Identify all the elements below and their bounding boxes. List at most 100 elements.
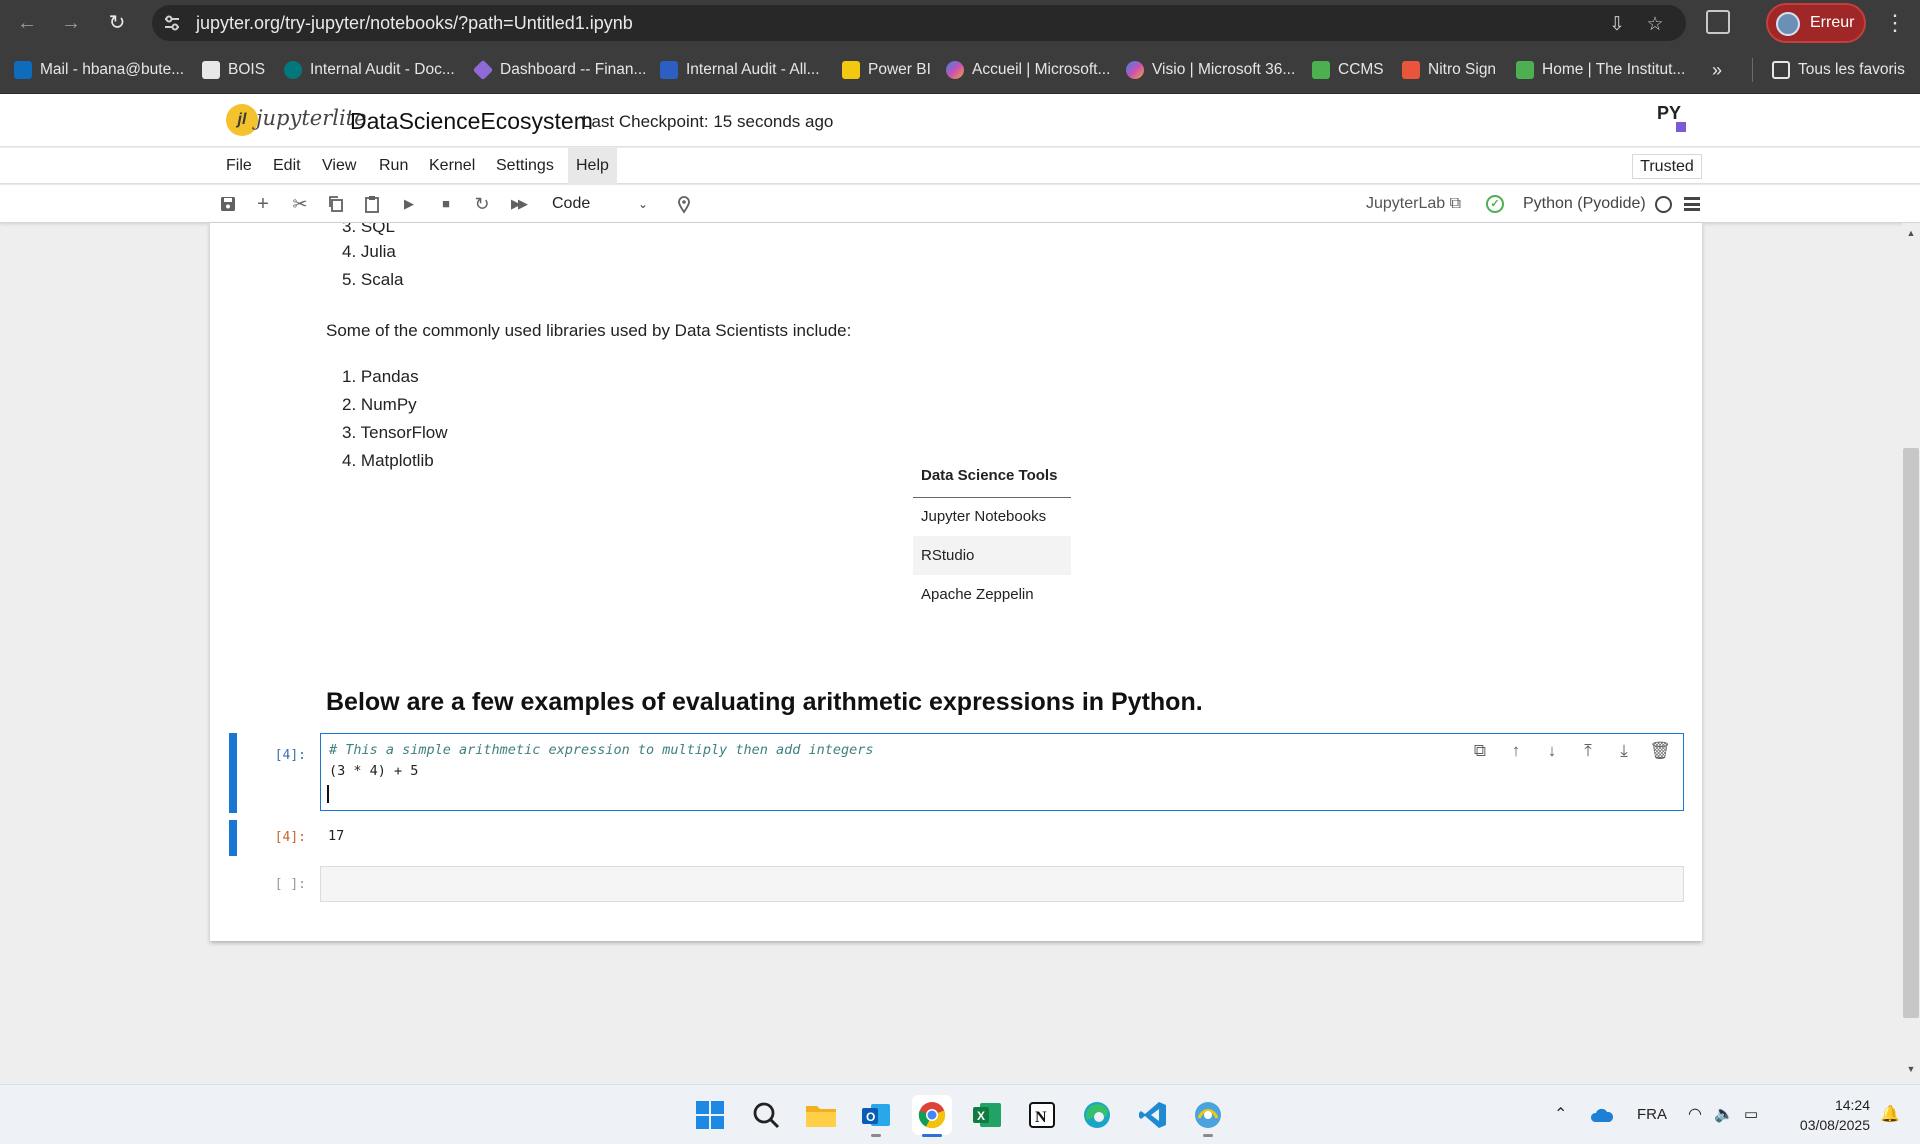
cell-toolbar: ⧉ ↑ ↓ ⤒ ⤓ 🗑 bbox=[1469, 740, 1671, 764]
bookmark-accueil-microsoft[interactable]: Accueil | Microsoft... bbox=[946, 58, 1110, 82]
notebook-title[interactable]: DataScienceEcosystem bbox=[350, 108, 593, 135]
language-indicator[interactable]: FRA bbox=[1637, 1085, 1667, 1144]
move-down-icon[interactable]: ↓ bbox=[1541, 740, 1563, 762]
delete-cell-icon[interactable]: 🗑 bbox=[1649, 740, 1671, 762]
empty-code-cell[interactable] bbox=[320, 866, 1684, 902]
vscode-icon[interactable] bbox=[1133, 1095, 1173, 1135]
paste-icon[interactable] bbox=[362, 194, 382, 214]
bookmark-home-institute[interactable]: Home | The Institut... bbox=[1516, 58, 1685, 82]
table-row: Jupyter Notebooks bbox=[913, 497, 1071, 536]
menu-view[interactable]: View bbox=[314, 148, 364, 184]
ccms-icon bbox=[1312, 61, 1330, 79]
bookmark-mail[interactable]: Mail - hbana@bute... bbox=[14, 58, 184, 82]
output-prompt: [4]: bbox=[274, 830, 306, 845]
site-settings-icon[interactable] bbox=[162, 13, 182, 33]
chrome-icon[interactable] bbox=[912, 1095, 952, 1137]
text-cursor bbox=[327, 785, 329, 803]
profile-button[interactable]: Erreur bbox=[1766, 3, 1866, 43]
insert-above-icon[interactable]: ⤒ bbox=[1577, 740, 1599, 762]
bookmark-ccms[interactable]: CCMS bbox=[1312, 58, 1384, 82]
more-bookmarks-icon[interactable]: » bbox=[1712, 58, 1722, 82]
restart-run-all-icon[interactable]: ▶▶ bbox=[508, 194, 528, 214]
menu-kernel[interactable]: Kernel bbox=[421, 148, 483, 184]
start-icon[interactable] bbox=[690, 1095, 730, 1135]
address-bar[interactable]: jupyter.org/try-jupyter/notebooks/?path=… bbox=[152, 5, 1686, 41]
list-item: 3. TensorFlow bbox=[342, 423, 448, 442]
show-hidden-icons-icon[interactable]: ⌃ bbox=[1554, 1085, 1567, 1144]
move-up-icon[interactable]: ↑ bbox=[1505, 740, 1527, 762]
notifications-icon[interactable]: 🔔 bbox=[1880, 1085, 1900, 1144]
copy-icon[interactable] bbox=[326, 194, 346, 214]
table-cell: RStudio bbox=[913, 536, 1071, 575]
bookmarks-bar: Mail - hbana@bute... BOIS Internal Audit… bbox=[0, 46, 1920, 94]
bookmark-bois[interactable]: BOIS bbox=[202, 58, 265, 82]
debug-location-icon[interactable] bbox=[674, 194, 694, 214]
notion-icon[interactable]: N bbox=[1022, 1095, 1062, 1135]
scrollbar-thumb[interactable] bbox=[1903, 448, 1919, 1018]
scroll-down-icon[interactable]: ▼ bbox=[1902, 1061, 1920, 1077]
menu-run[interactable]: Run bbox=[371, 148, 416, 184]
output-collapser[interactable] bbox=[229, 820, 237, 856]
sharepoint-icon bbox=[284, 61, 302, 79]
pyodide-logo-text: PY bbox=[1657, 103, 1681, 123]
edge-icon[interactable] bbox=[1077, 1095, 1117, 1135]
running-indicator bbox=[871, 1134, 881, 1137]
extensions-icon[interactable] bbox=[1706, 10, 1730, 34]
install-app-icon[interactable]: ⇩ bbox=[1606, 14, 1628, 36]
onedrive-icon[interactable] bbox=[1590, 1085, 1614, 1144]
bookmark-internal-audit-all[interactable]: Internal Audit - All... bbox=[660, 58, 820, 82]
forward-arrow-icon[interactable]: → bbox=[56, 8, 86, 38]
microsoft365-icon bbox=[1126, 61, 1144, 79]
jupyterlite-logo-icon[interactable]: jl bbox=[226, 104, 258, 136]
bookmark-nitro-sign[interactable]: Nitro Sign bbox=[1402, 58, 1496, 82]
menu-icon[interactable] bbox=[1684, 197, 1700, 211]
bookmark-dashboard[interactable]: Dashboard -- Finan... bbox=[472, 58, 646, 82]
input-prompt: [4]: bbox=[274, 748, 306, 763]
bookmark-all-favorites[interactable]: Tous les favoris bbox=[1772, 58, 1905, 82]
bookmark-star-icon[interactable]: ☆ bbox=[1644, 14, 1666, 36]
bookmark-visio[interactable]: Visio | Microsoft 36... bbox=[1126, 58, 1295, 82]
duplicate-cell-icon[interactable]: ⧉ bbox=[1469, 740, 1491, 762]
windows-taskbar: O X N ⌃ FRA ◠ 🔈 ▭ 14:24 03/08/2025 🔔 bbox=[0, 1084, 1920, 1144]
bookmark-power-bi[interactable]: Power BI bbox=[842, 58, 931, 82]
run-cell-icon[interactable]: ▶ bbox=[399, 194, 419, 214]
menu-help[interactable]: Help bbox=[568, 148, 617, 184]
input-collapser[interactable] bbox=[229, 733, 237, 813]
bookmark-internal-audit-doc[interactable]: Internal Audit - Doc... bbox=[284, 58, 455, 82]
python-app-icon[interactable] bbox=[1188, 1095, 1228, 1137]
cell-type-select[interactable]: Code ⌄ bbox=[544, 191, 656, 217]
kernel-name[interactable]: Python (Pyodide) bbox=[1523, 185, 1646, 223]
menu-settings[interactable]: Settings bbox=[488, 148, 562, 184]
excel-icon[interactable]: X bbox=[967, 1095, 1007, 1135]
search-icon[interactable] bbox=[746, 1095, 786, 1135]
interrupt-kernel-icon[interactable]: ■ bbox=[436, 194, 456, 214]
menu-file[interactable]: File bbox=[218, 148, 260, 184]
code-expression: (3 * 4) + 5 bbox=[329, 763, 419, 779]
cut-icon[interactable]: ✂ bbox=[290, 194, 310, 214]
reload-icon[interactable]: ↻ bbox=[102, 8, 132, 38]
url-text[interactable]: jupyter.org/try-jupyter/notebooks/?path=… bbox=[196, 5, 633, 41]
insert-below-icon[interactable]: ⤓ bbox=[1613, 740, 1635, 762]
add-cell-icon[interactable]: + bbox=[253, 194, 273, 214]
table-cell: Jupyter Notebooks bbox=[921, 508, 1047, 526]
scroll-up-icon[interactable]: ▲ bbox=[1902, 225, 1920, 241]
volume-icon[interactable]: 🔈 bbox=[1714, 1085, 1734, 1144]
save-icon[interactable] bbox=[218, 194, 238, 214]
restart-kernel-icon[interactable]: ↻ bbox=[472, 194, 492, 214]
output-value: 17 bbox=[328, 828, 345, 844]
table-row: RStudio bbox=[913, 536, 1071, 575]
back-arrow-icon[interactable]: ← bbox=[12, 8, 42, 38]
list-item: 4. Julia bbox=[342, 242, 396, 261]
wifi-icon[interactable]: ◠ bbox=[1688, 1085, 1702, 1144]
menu-edit[interactable]: Edit bbox=[265, 148, 309, 184]
open-in-jupyterlab-link[interactable]: JupyterLab ⧉ bbox=[1366, 185, 1461, 223]
clock[interactable]: 14:24 03/08/2025 bbox=[1774, 1095, 1870, 1135]
file-explorer-icon[interactable] bbox=[801, 1095, 841, 1135]
trusted-indicator[interactable]: Trusted bbox=[1632, 154, 1702, 179]
outlook-icon bbox=[14, 61, 32, 79]
kernel-idle-icon bbox=[1655, 196, 1672, 213]
code-cell-editor[interactable]: # This a simple arithmetic expression to… bbox=[320, 733, 1684, 811]
battery-icon[interactable]: ▭ bbox=[1744, 1085, 1758, 1144]
outlook-icon[interactable]: O bbox=[856, 1095, 896, 1137]
browser-menu-icon[interactable]: ⋮ bbox=[1884, 10, 1906, 36]
